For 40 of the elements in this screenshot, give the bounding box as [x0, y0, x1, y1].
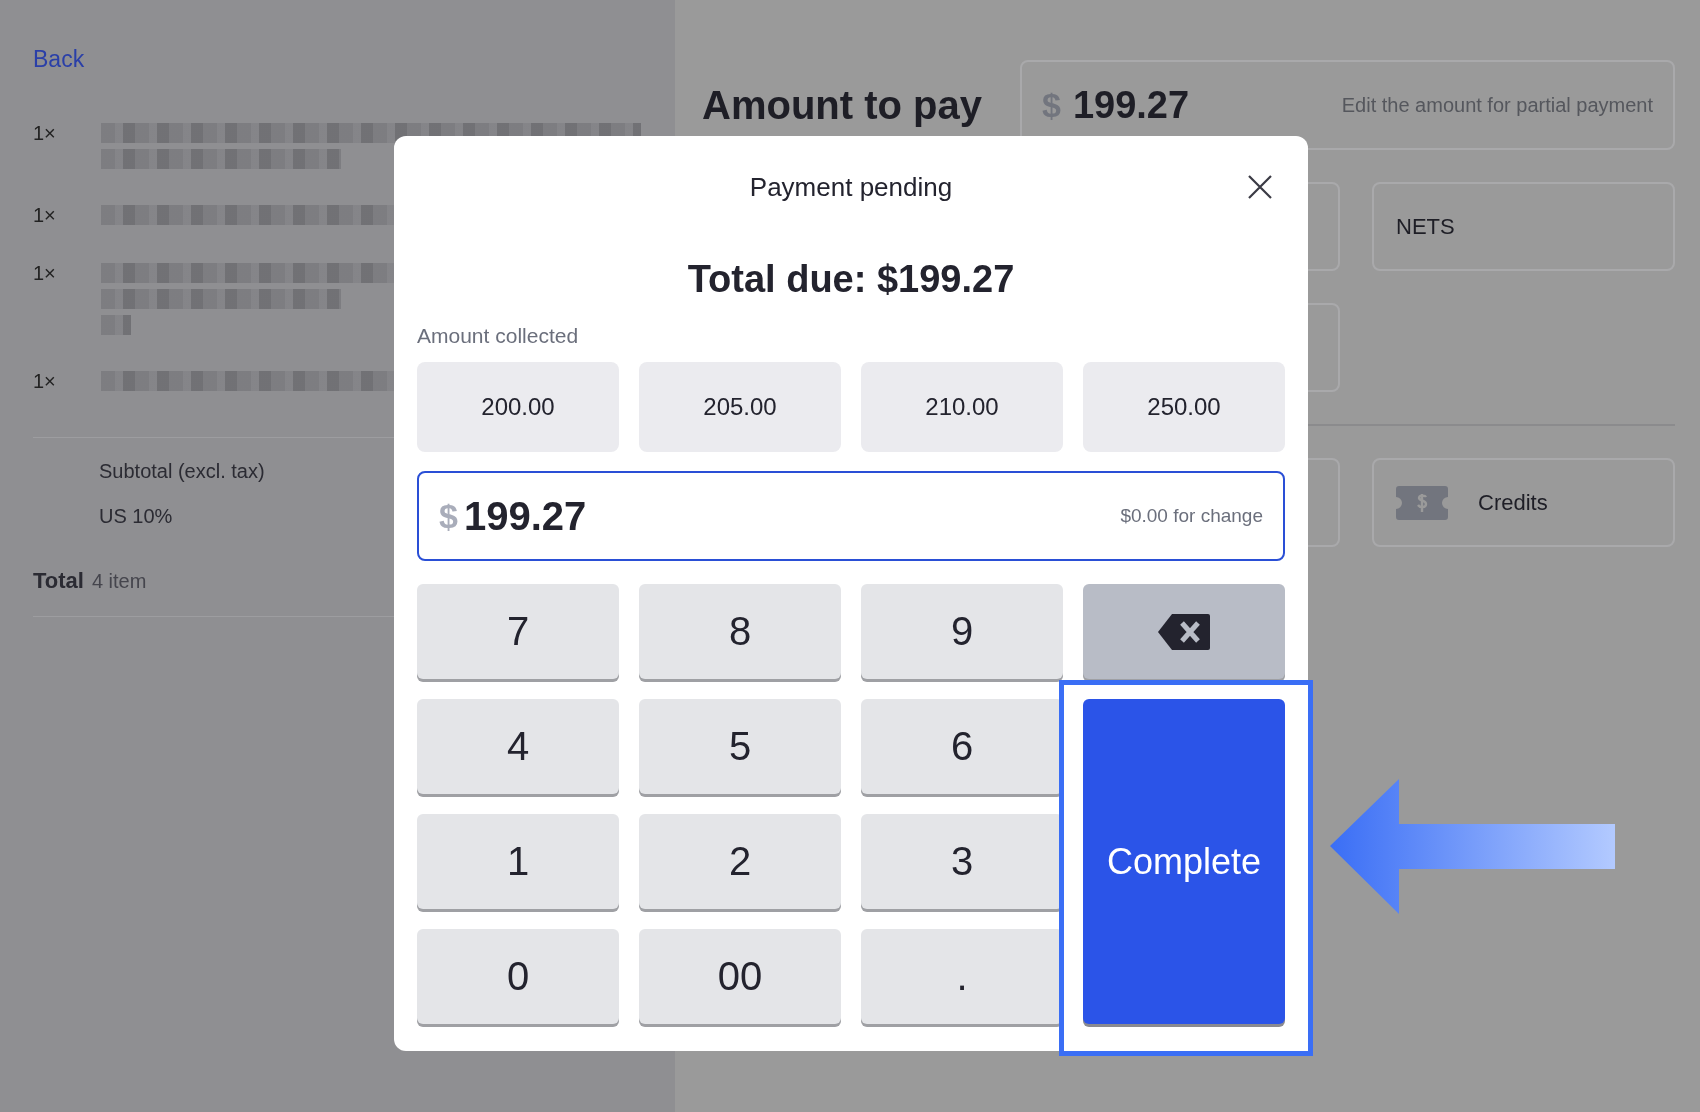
payment-method-tile[interactable]: NETS: [1372, 182, 1675, 271]
quick-amount-button[interactable]: 200.00: [417, 362, 619, 452]
payment-method-label: NETS: [1396, 213, 1455, 240]
keypad-key[interactable]: 0: [417, 929, 619, 1024]
payment-method-tile[interactable]: Credits: [1372, 458, 1675, 547]
collected-value: 199.27: [463, 493, 587, 539]
tax-label: US 10%: [99, 505, 173, 528]
total-label: Total: [33, 568, 84, 594]
item-quantity: 1×: [33, 203, 57, 227]
payment-method-label: Credits: [1478, 489, 1548, 516]
dialog-title: Payment pending: [749, 171, 953, 203]
amount-collected-field[interactable]: $199.27 $0.00 for change: [417, 471, 1285, 561]
amount-collected-label: Amount collected: [417, 324, 579, 348]
quick-amount-button[interactable]: 210.00: [861, 362, 1063, 452]
amount-heading: Amount to pay: [702, 82, 982, 128]
amount-hint: Edit the amount for partial payment: [1341, 93, 1653, 117]
item-quantity: 1×: [33, 261, 57, 286]
keypad-key[interactable]: 4: [417, 699, 619, 794]
total-due: Total due: $199.27: [686, 257, 1016, 302]
item-quantity: 1×: [33, 121, 57, 146]
ticket-icon: [1396, 485, 1448, 520]
quick-amount-button[interactable]: 205.00: [639, 362, 841, 452]
keypad-key[interactable]: 9: [861, 584, 1063, 679]
quick-amount-button[interactable]: 250.00: [1083, 362, 1285, 452]
item-count: 4 item: [91, 570, 147, 593]
keypad-key[interactable]: 5: [639, 699, 841, 794]
keypad-key[interactable]: 8: [639, 584, 841, 679]
subtotal-label: Subtotal (excl. tax): [99, 460, 265, 483]
currency-symbol: $: [1042, 85, 1061, 125]
complete-button[interactable]: Complete: [1083, 699, 1285, 1024]
backspace-key[interactable]: [1083, 584, 1285, 679]
keypad-key[interactable]: 2: [639, 814, 841, 909]
keypad-key[interactable]: 7: [417, 584, 619, 679]
currency-symbol: $: [439, 496, 458, 536]
keypad-key[interactable]: 00: [639, 929, 841, 1024]
change-text: $0.00 for change: [1120, 505, 1263, 527]
amount-value: 199.27: [1072, 83, 1190, 127]
backspace-icon: [1158, 613, 1210, 650]
item-quantity: 1×: [33, 369, 57, 393]
keypad-key[interactable]: 1: [417, 814, 619, 909]
